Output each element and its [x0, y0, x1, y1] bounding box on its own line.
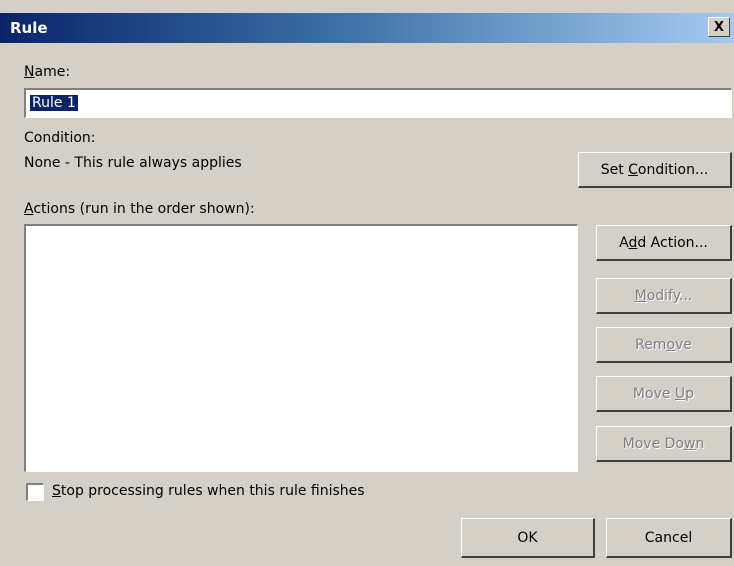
close-icon: X — [713, 19, 725, 35]
modify-button[interactable]: Modify... — [596, 278, 732, 314]
set-condition-button[interactable]: Set Condition... — [578, 152, 732, 188]
name-input-value: Rule 1 — [30, 95, 78, 111]
title-bar: Rule X — [0, 13, 734, 43]
move-up-button[interactable]: Move Up — [596, 376, 732, 412]
name-input[interactable]: Rule 1 — [24, 88, 732, 118]
close-button[interactable]: X — [708, 17, 730, 37]
add-action-button[interactable]: Add Action... — [596, 225, 732, 261]
condition-text: None - This rule always applies — [24, 155, 242, 171]
remove-button[interactable]: Remove — [596, 327, 732, 363]
actions-listbox[interactable] — [24, 224, 578, 472]
stop-processing-label: Stop processing rules when this rule fin… — [52, 483, 365, 499]
cancel-button[interactable]: Cancel — [606, 518, 732, 558]
stop-processing-checkbox[interactable] — [26, 483, 44, 501]
rule-dialog: Rule X Name: Rule 1 Condition: None - Th… — [0, 0, 734, 566]
name-label: Name: — [24, 64, 71, 80]
ok-button[interactable]: OK — [461, 518, 595, 558]
actions-label: Actions (run in the order shown): — [24, 201, 255, 217]
dialog-title: Rule — [10, 19, 48, 37]
move-down-button[interactable]: Move Down — [596, 426, 732, 462]
condition-label: Condition: — [24, 130, 96, 146]
